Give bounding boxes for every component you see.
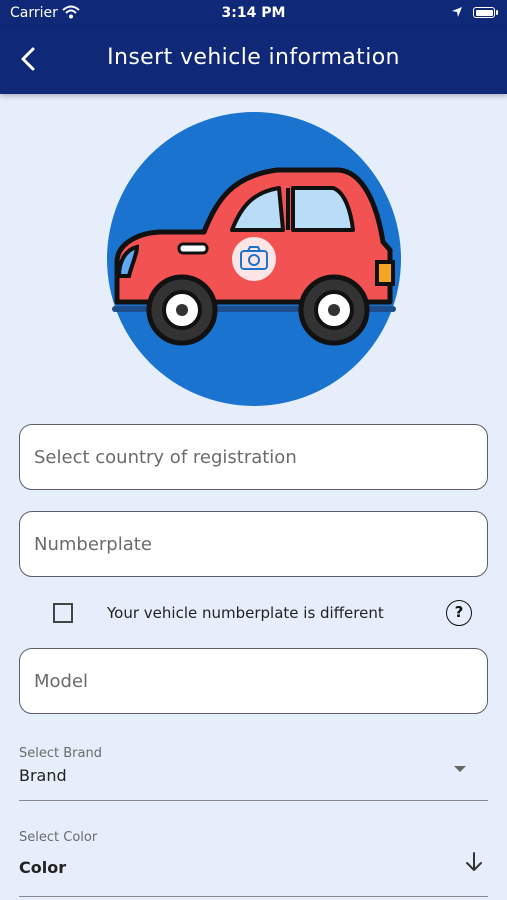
app-bar: Insert vehicle information [0,28,507,94]
question-circle-icon[interactable]: ? [446,600,472,626]
page-title: Insert vehicle information [107,45,400,70]
caret-down-icon [454,766,466,772]
status-bar: Carrier 3:14 PM [0,0,507,28]
camera-icon [232,237,276,281]
arrow-down-icon [466,852,482,871]
color-select-label: Select Color [19,830,98,845]
brand-select-label: Select Brand [19,746,102,761]
brand-select[interactable]: Select Brand Brand [19,746,488,801]
color-select-value: Color [19,858,67,877]
different-numberplate-checkbox[interactable] [53,603,73,623]
different-numberplate-row: Your vehicle numberplate is different ? [0,598,507,628]
color-select[interactable]: Select Color Color [19,830,488,897]
brand-select-value: Brand [19,766,67,785]
country-select-field[interactable] [19,424,488,490]
country-input[interactable] [20,425,487,489]
model-input[interactable] [20,649,487,713]
status-time: 3:14 PM [221,5,286,21]
model-field[interactable] [19,648,488,714]
different-numberplate-label: Your vehicle numberplate is different [107,604,384,622]
numberplate-input[interactable] [20,512,487,576]
numberplate-field[interactable] [19,511,488,577]
location-icon [452,7,462,17]
battery-icon [473,7,498,18]
vehicle-photo-picker[interactable] [107,112,401,406]
